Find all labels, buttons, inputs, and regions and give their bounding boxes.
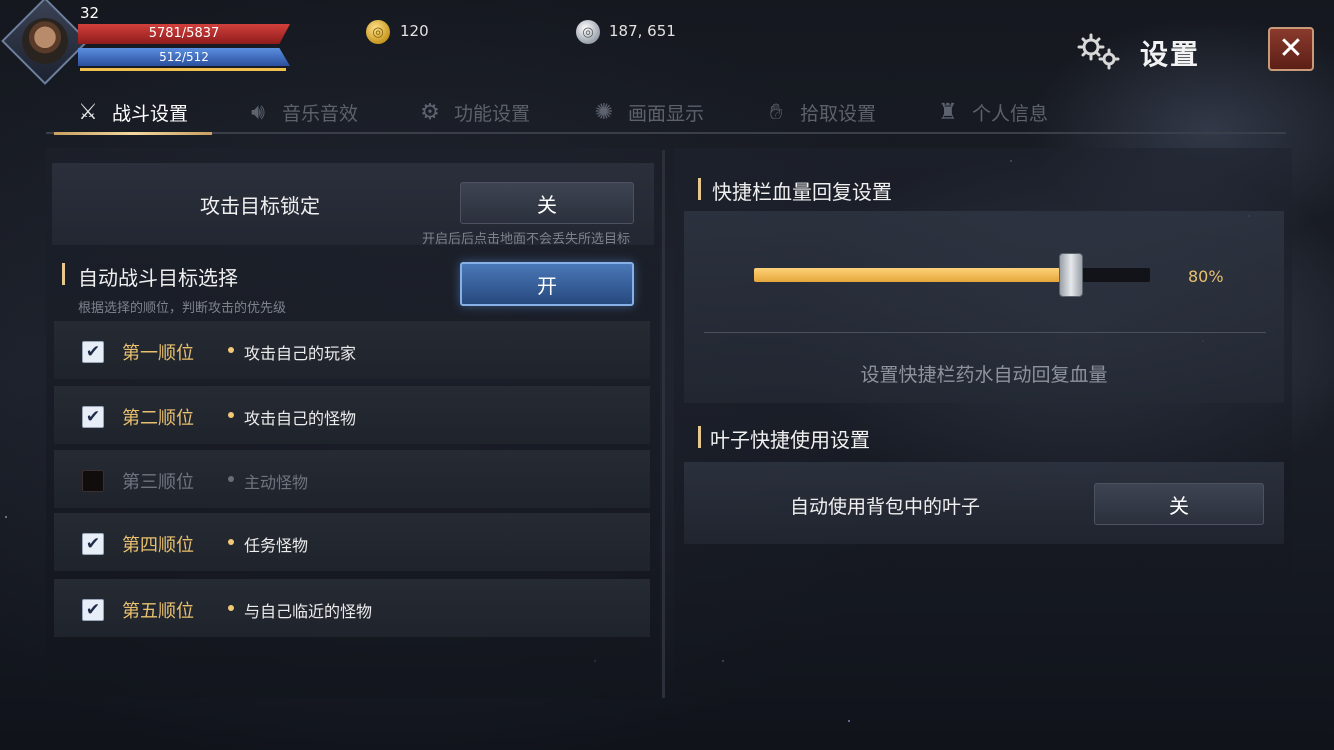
hp-recovery-slider-handle[interactable] <box>1059 253 1083 297</box>
gold-coin-icon: ◎ <box>366 20 390 44</box>
hp-value: 5781/5837 <box>148 26 220 41</box>
priority-target: 攻击自己的怪物 <box>244 409 357 428</box>
tab-function-settings[interactable]: ⚙ 功能设置 <box>416 92 530 132</box>
star-decoration <box>848 720 850 722</box>
target-lock-toggle[interactable]: 关 <box>460 182 634 224</box>
priority-checkbox[interactable]: ✔ <box>82 599 104 621</box>
star-decoration <box>5 516 7 518</box>
avatar-face <box>22 18 68 64</box>
tab-sound-settings[interactable]: 🔊︎ 音乐音效 <box>244 92 358 132</box>
tab-label: 个人信息 <box>972 102 1049 125</box>
divider <box>704 332 1266 333</box>
priority-rank: 第二顺位 <box>122 408 194 429</box>
close-button[interactable]: ✕ <box>1268 27 1314 71</box>
priority-row: ✔ 第四顺位 任务怪物 <box>54 513 650 571</box>
hand-icon: ✋︎ <box>769 99 783 125</box>
priority-target: 攻击自己的玩家 <box>244 344 357 363</box>
speaker-icon: 🔊︎ <box>251 99 265 125</box>
player-level: 32 <box>80 4 100 22</box>
tab-display-settings[interactable]: ✺ 画面显示 <box>590 92 704 132</box>
silver-coin-icon: ◎ <box>576 20 600 44</box>
priority-rank: 第三顺位 <box>122 472 194 493</box>
priority-target: 任务怪物 <box>244 536 309 555</box>
priority-target: 主动怪物 <box>244 473 309 492</box>
leaf-section-title: 叶子快捷使用设置 <box>710 428 870 452</box>
target-lock-label: 攻击目标锁定 <box>200 194 320 218</box>
gold-amount: 120 <box>400 22 429 40</box>
auto-target-title: 自动战斗目标选择 <box>78 266 238 290</box>
tab-label: 音乐音效 <box>282 102 359 125</box>
priority-checkbox[interactable]: ✔ <box>82 470 104 492</box>
exp-bar <box>80 68 286 71</box>
priority-rank: 第一顺位 <box>122 343 194 364</box>
priority-target: 与自己临近的怪物 <box>244 602 373 621</box>
hp-recovery-title: 快捷栏血量回复设置 <box>712 180 892 204</box>
section-marker <box>698 178 701 200</box>
bullet-dot <box>228 539 234 545</box>
silver-amount: 187, 651 <box>609 22 676 40</box>
priority-rank: 第四顺位 <box>122 535 194 556</box>
hp-recovery-slider-fill <box>754 268 1071 282</box>
tab-label: 功能设置 <box>454 102 531 125</box>
tab-label: 战斗设置 <box>112 102 189 125</box>
hp-recovery-percent: 80% <box>1188 267 1224 286</box>
section-marker <box>62 263 65 285</box>
gear-icon: ⚙ <box>420 99 440 125</box>
bullet-dot <box>228 476 234 482</box>
leaf-auto-use-toggle[interactable]: 关 <box>1094 483 1264 525</box>
bullet-dot <box>228 605 234 611</box>
bullet-dot <box>228 347 234 353</box>
auto-target-hint: 根据选择的顺位，判断攻击的优先级 <box>78 301 287 316</box>
tab-combat-settings[interactable]: ⚔ 战斗设置 <box>53 92 213 135</box>
display-icon: ✺ <box>594 99 614 125</box>
priority-row: ✔ 第一顺位 攻击自己的玩家 <box>54 321 650 379</box>
player-avatar[interactable] <box>1 0 89 85</box>
settings-tabs: ⚔ 战斗设置 🔊︎ 音乐音效 ⚙ 功能设置 ✺ 画面显示 ✋︎ 拾取设置 ♜ 个… <box>46 92 1286 135</box>
priority-checkbox[interactable]: ✔ <box>82 406 104 428</box>
auto-target-toggle[interactable]: 开 <box>460 262 634 306</box>
crossed-swords-icon: ⚔ <box>78 99 98 125</box>
target-lock-hint: 开启后后点击地面不会丢失所选目标 <box>422 232 631 247</box>
section-marker <box>698 426 701 448</box>
settings-gears-icon <box>1077 33 1120 70</box>
hp-recovery-description: 设置快捷栏药水自动回复血量 <box>860 364 1108 386</box>
panel-divider <box>662 150 665 698</box>
priority-row: ✔ 第三顺位 主动怪物 <box>54 450 650 508</box>
tab-label: 画面显示 <box>628 102 705 125</box>
helmet-icon: ♜ <box>938 99 958 125</box>
page-title: 设置 <box>1140 38 1201 71</box>
priority-checkbox[interactable]: ✔ <box>82 533 104 555</box>
mp-value: 512/512 <box>159 50 209 64</box>
priority-row: ✔ 第五顺位 与自己临近的怪物 <box>54 579 650 637</box>
bullet-dot <box>228 412 234 418</box>
close-icon: ✕ <box>1278 31 1304 66</box>
leaf-auto-use-label: 自动使用背包中的叶子 <box>790 496 981 518</box>
priority-rank: 第五顺位 <box>122 601 194 622</box>
tab-label: 拾取设置 <box>800 102 877 125</box>
tab-loot-settings[interactable]: ✋︎ 拾取设置 <box>762 92 876 132</box>
tab-personal-info[interactable]: ♜ 个人信息 <box>934 92 1048 132</box>
priority-row: ✔ 第二顺位 攻击自己的怪物 <box>54 386 650 444</box>
priority-checkbox[interactable]: ✔ <box>82 341 104 363</box>
